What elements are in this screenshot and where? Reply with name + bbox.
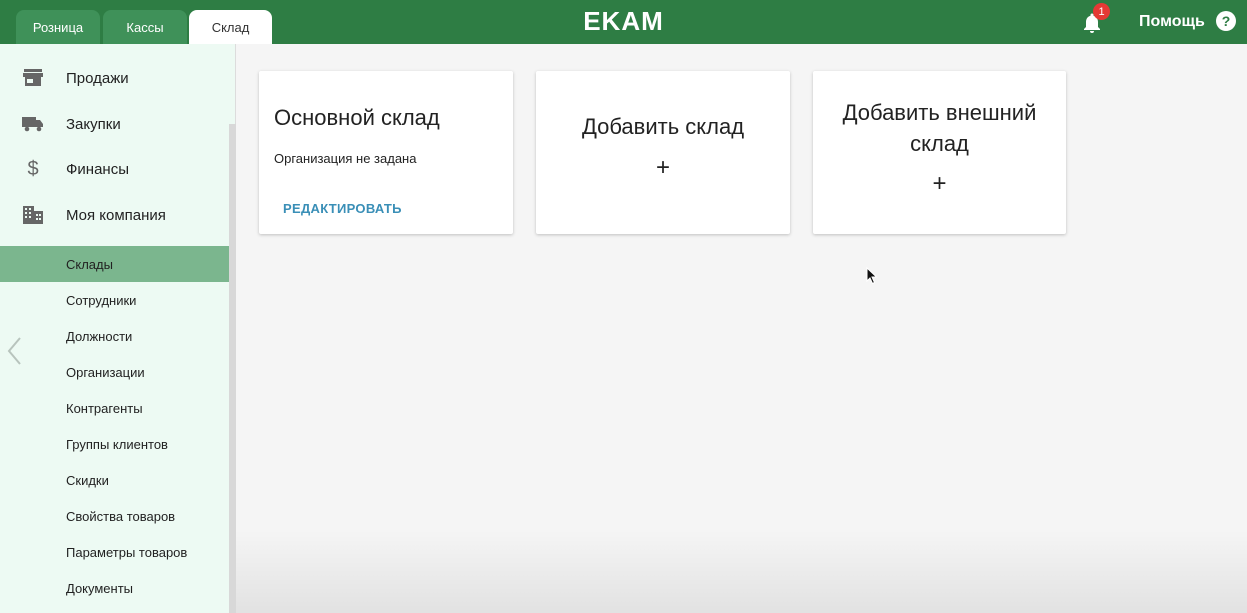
sidebar-item-label: Контрагенты	[66, 400, 143, 416]
truck-icon	[22, 113, 44, 135]
help-link[interactable]: Помощь	[1139, 13, 1205, 31]
sidebar-scrollbar[interactable]	[229, 124, 236, 613]
sidebar-item-label: Скидки	[66, 472, 109, 488]
sidebar-item-label: Продажи	[66, 69, 129, 87]
logo: EKAM	[583, 6, 664, 36]
bottom-shadow	[236, 530, 1247, 613]
card-title-line: Добавить внешний	[842, 100, 1037, 125]
tab-registers[interactable]: Кассы	[103, 10, 187, 44]
sidebar-item-product-properties[interactable]: Свойства товаров	[0, 498, 229, 534]
sidebar-item-client-groups[interactable]: Группы клиентов	[0, 426, 229, 462]
sidebar-item-label: Моя компания	[66, 206, 166, 224]
sidebar-item-label: Финансы	[66, 160, 129, 178]
card-subtitle: Организация не задана	[274, 151, 417, 166]
plus-icon: +	[655, 154, 670, 181]
sidebar-item-finance[interactable]: $ Финансы	[0, 149, 229, 189]
sidebar-item-label: Закупки	[66, 115, 121, 133]
dollar-icon: $	[27, 157, 39, 180]
sidebar-item-label: Сотрудники	[66, 292, 137, 308]
sidebar-item-label: Документы	[66, 580, 134, 596]
sidebar-item-warehouses[interactable]: Склады	[0, 246, 229, 282]
sidebar-item-my-company[interactable]: Моя компания	[0, 195, 229, 235]
top-bar: Розница Кассы Склад EKAM 1 Помощь ?	[0, 0, 1247, 44]
help-icon[interactable]: ?	[1216, 11, 1236, 31]
sidebar-item-positions[interactable]: Должности	[0, 318, 229, 354]
sidebar-item-label: Должности	[66, 328, 133, 344]
store-icon	[22, 67, 44, 89]
sidebar-item-purchases[interactable]: Закупки	[0, 104, 229, 144]
sidebar-item-discounts[interactable]: Скидки	[0, 462, 229, 498]
logo-container: EKAM	[0, 6, 1247, 37]
add-warehouse-card[interactable]: Добавить склад +	[536, 71, 790, 234]
sidebar-item-label: Группы клиентов	[66, 436, 168, 452]
sidebar-item-label: Свойства товаров	[66, 508, 176, 524]
edit-button[interactable]: РЕДАКТИРОВАТЬ	[283, 201, 402, 216]
sidebar: Продажи Закупки $ Финансы Моя компания С…	[0, 44, 236, 613]
add-external-warehouse-card[interactable]: Добавить внешний склад +	[813, 71, 1066, 234]
card-title: Добавить склад	[581, 114, 745, 139]
sidebar-item-counterparties[interactable]: Контрагенты	[0, 390, 229, 426]
sidebar-item-employees[interactable]: Сотрудники	[0, 282, 229, 318]
card-title: Добавить внешний склад	[813, 97, 1066, 159]
warehouse-card-main: Основной склад Организация не задана РЕД…	[259, 71, 513, 234]
mouse-cursor-icon	[866, 266, 878, 285]
tab-retail[interactable]: Розница	[16, 10, 100, 44]
card-title: Основной склад	[274, 105, 440, 130]
sidebar-item-sales[interactable]: Продажи	[0, 58, 229, 98]
plus-icon: +	[932, 170, 947, 197]
sidebar-item-label: Параметры товаров	[66, 544, 188, 560]
sidebar-item-documents[interactable]: Документы	[0, 570, 229, 606]
chevron-left-icon[interactable]	[5, 336, 25, 366]
building-icon	[22, 204, 44, 226]
notification-badge: 1	[1093, 3, 1110, 20]
sidebar-item-label: Склады	[66, 256, 113, 272]
sidebar-item-product-parameters[interactable]: Параметры товаров	[0, 534, 229, 570]
tab-warehouse[interactable]: Склад	[189, 10, 272, 44]
card-title-line: склад	[910, 131, 969, 156]
sidebar-item-label: Организации	[66, 364, 145, 380]
sidebar-item-organizations[interactable]: Организации	[0, 354, 229, 390]
